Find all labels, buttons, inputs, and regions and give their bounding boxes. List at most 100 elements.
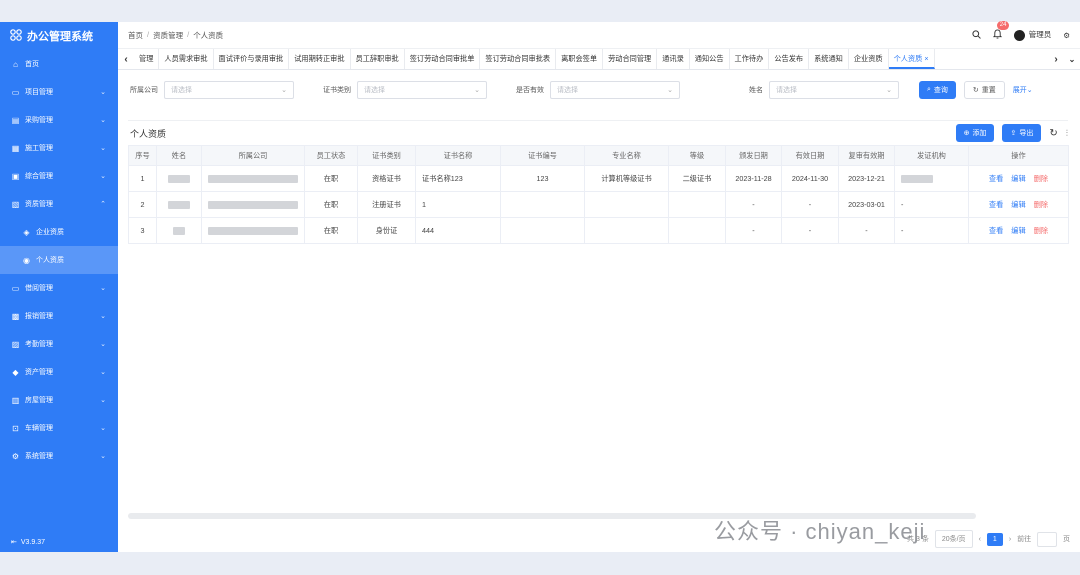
tab-item[interactable]: 人员需求审批	[159, 49, 214, 69]
tab-item[interactable]: 企业资质	[849, 49, 889, 69]
view-link[interactable]: 查看	[989, 226, 1003, 235]
sidebar-menu: ⌂ 首页 ▭ 项目管理 ⌄ ▤ 采购管理 ⌄ ▦ 施工管理 ⌄ ▣ 综合管理 ⌄ ▧ 资质管理 ⌃ ◈ 企业资质 ◉ 个…	[0, 50, 118, 470]
edit-link[interactable]: 编辑	[1011, 174, 1025, 183]
breadcrumb-item[interactable]: 首页	[128, 30, 143, 41]
version-info: ⇤ V3.9.37	[11, 538, 45, 547]
chevron-left-icon[interactable]: ‹	[118, 54, 134, 65]
chevron-right-icon[interactable]: ›	[1048, 54, 1064, 65]
tab-item[interactable]: 工作待办	[730, 49, 770, 69]
upload-icon: ⇪	[1010, 130, 1017, 137]
tab-item[interactable]: 系统通知	[809, 49, 849, 69]
company-select[interactable]: 请选择 ⌄	[164, 81, 294, 99]
tab-item[interactable]: 离职会签单	[556, 49, 604, 69]
page-size-select[interactable]: 20条/页	[934, 530, 973, 548]
breadcrumb-item: 个人资质	[193, 30, 224, 40]
next-page-icon[interactable]: ›	[1009, 536, 1011, 543]
expand-link[interactable]: 展开⌄	[1013, 85, 1033, 95]
table-cell: 2024-11-30	[781, 165, 839, 192]
sidebar-item[interactable]: ▥ 房屋管理 ⌄	[0, 386, 118, 414]
sidebar-item-label: 借阅管理	[25, 285, 53, 292]
chevron-down-icon: ⌄	[100, 285, 106, 292]
reset-button[interactable]: ↻ 重置	[963, 81, 1005, 99]
delete-link[interactable]: 删除	[1034, 226, 1048, 235]
bell-icon[interactable]: 24	[992, 21, 1010, 41]
tab-item[interactable]: 个人资质 ×	[888, 49, 935, 69]
sidebar-item[interactable]: ▭ 借阅管理 ⌄	[0, 274, 118, 302]
tab-item[interactable]: 通讯录	[657, 49, 690, 69]
search-icon[interactable]	[972, 29, 981, 41]
sidebar-item[interactable]: ⚙ 系统管理 ⌄	[0, 442, 118, 470]
sidebar-item[interactable]: ▤ 采购管理 ⌄	[0, 106, 118, 134]
tab-item[interactable]: 签订劳动合同审批单	[405, 49, 481, 69]
sidebar-item[interactable]: ▩ 报销管理 ⌄	[0, 302, 118, 330]
export-button[interactable]: ⇪ 导出	[1002, 124, 1042, 142]
panel-title: 个人资质	[130, 128, 167, 139]
table-row[interactable]: 3 在职 身份证 444- - - - 查看 编辑 删除	[128, 217, 1069, 244]
tab-item[interactable]: 试用期转正审批	[289, 49, 351, 69]
gear-icon[interactable]: ⚙	[1063, 31, 1070, 40]
sidebar-item[interactable]: ◈ 企业资质	[0, 218, 118, 246]
plus-icon: ⊕	[963, 130, 970, 137]
column-header: 员工状态	[304, 145, 358, 166]
tab-item[interactable]: 签订劳动合同审批表	[480, 49, 557, 69]
table-cell: 在职	[304, 217, 358, 244]
tab-item[interactable]: 管理	[134, 49, 160, 69]
chevron-down-icon: ⌄	[100, 341, 106, 348]
sidebar-item-label: 报销管理	[25, 313, 53, 320]
sidebar-item-label: 综合管理	[25, 173, 53, 180]
edit-link[interactable]: 编辑	[1011, 226, 1025, 235]
add-button[interactable]: ⊕ 添加	[955, 124, 995, 142]
table-cell	[156, 217, 202, 244]
tab-item[interactable]: 面试评价与录用审批	[214, 49, 290, 69]
redacted-company	[208, 175, 298, 184]
tab-item[interactable]: 劳动合同管理	[603, 49, 658, 69]
menu-icon: ▣	[11, 171, 20, 181]
refresh-icon[interactable]: ↻	[1049, 128, 1057, 139]
sidebar-item[interactable]: ▦ 施工管理 ⌄	[0, 134, 118, 162]
tab-item[interactable]: 通知公告	[690, 49, 730, 69]
edit-link[interactable]: 编辑	[1011, 200, 1025, 209]
cert-type-select[interactable]: 请选择 ⌄	[357, 81, 487, 99]
column-header: 操作	[968, 145, 1069, 166]
tab-item[interactable]: 员工辞职审批	[351, 49, 405, 69]
chevron-down-icon[interactable]: ⌄	[1064, 55, 1080, 64]
pagination: 共 3 条 20条/页 ‹ 1 › 前往 页	[907, 530, 1070, 548]
sidebar-item[interactable]: ▨ 考勤管理 ⌄	[0, 330, 118, 358]
name-select[interactable]: 请选择 ⌄	[769, 81, 899, 99]
breadcrumb-item[interactable]: 资质管理	[153, 30, 183, 41]
sidebar-item[interactable]: ⌂ 首页	[0, 50, 118, 78]
column-header: 证书类别	[357, 145, 416, 166]
goto-input[interactable]	[1037, 531, 1057, 547]
sidebar-item[interactable]: ◉ 个人资质	[0, 246, 118, 274]
prev-page-icon[interactable]: ‹	[979, 536, 981, 543]
filter-form: 所属公司 请选择 ⌄ 证书类别 请选择 ⌄ 是否有效 请选择 ⌄ 姓名 请选择 ⌄ ⌕ 查…	[118, 70, 1080, 110]
delete-link[interactable]: 删除	[1034, 200, 1048, 209]
user-menu[interactable]: 管理员	[1013, 29, 1051, 41]
qualification-table: 序号 姓名 所属公司 员工状态 证书类别 证书名称 证书编号 专业名称 等级 颁发日期 有效日期 复审…	[128, 145, 1069, 244]
chevron-down-icon: ⌄	[474, 87, 480, 94]
delete-link[interactable]: 删除	[1034, 174, 1048, 183]
view-link[interactable]: 查看	[989, 174, 1003, 183]
tab-item[interactable]: 公告发布	[769, 49, 810, 69]
view-link[interactable]: 查看	[989, 200, 1003, 209]
column-settings-icon[interactable]: ⫶	[1066, 128, 1068, 139]
table-cell: 2023-12-21	[838, 165, 895, 192]
header-actions: 24 管理员 ⚙	[972, 21, 1070, 41]
page-number[interactable]: 1	[986, 532, 1003, 546]
table-row[interactable]: 2 在职 注册证书 1- -2023-03-01- 查看 编辑 删除	[128, 191, 1069, 218]
table-cell: 1	[415, 191, 501, 218]
menu-icon: ⚙	[11, 451, 20, 461]
table-cell	[201, 217, 305, 244]
sidebar-item[interactable]: ◆ 资产管理 ⌄	[0, 358, 118, 386]
query-button[interactable]: ⌕ 查询	[919, 81, 956, 99]
sidebar-item[interactable]: ⊡ 车辆管理 ⌄	[0, 414, 118, 442]
table-row[interactable]: 1 在职 资格证书 证书名称123 123 计算机等级证书 二级证书 2023-11-28 20…	[128, 165, 1069, 192]
collapse-icon[interactable]: ⇤	[11, 538, 17, 546]
sidebar-item[interactable]: ▭ 项目管理 ⌄	[0, 78, 118, 106]
sidebar-item-label: 房屋管理	[25, 397, 53, 404]
sidebar-item[interactable]: ▣ 综合管理 ⌄	[0, 162, 118, 190]
valid-select[interactable]: 请选择 ⌄	[550, 81, 680, 99]
sidebar-item[interactable]: ▧ 资质管理 ⌃	[0, 190, 118, 218]
table-cell	[668, 191, 726, 218]
table-cell: 444	[415, 217, 501, 244]
